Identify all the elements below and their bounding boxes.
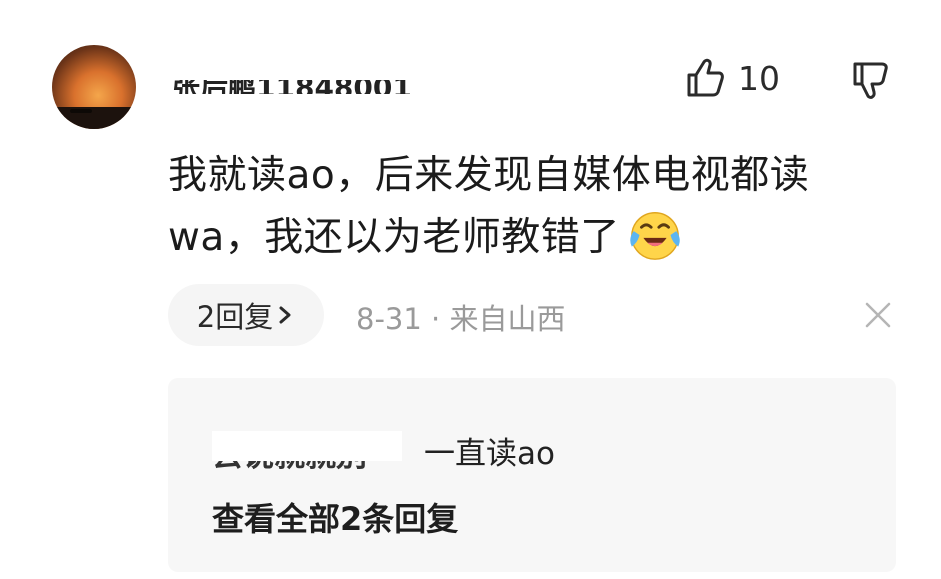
comment-meta: 8-31 · 来自山西 — [356, 302, 566, 336]
comment-body: 我就读ao，后来发现自媒体电视都读wa，我还以为老师教错了 — [168, 146, 868, 268]
close-button[interactable] — [864, 301, 892, 333]
reply-preview[interactable]: 去说就就别 一直读ao 查看全部2条回复 — [168, 378, 896, 572]
replies-label: 2回复 — [196, 300, 274, 334]
close-icon — [865, 302, 891, 328]
chevron-right-icon — [279, 306, 291, 324]
reply-author[interactable]: 去说就就别 — [212, 430, 410, 471]
reply-item[interactable]: 去说就就别 一直读ao — [212, 428, 555, 473]
thumbs-down-icon — [853, 62, 888, 99]
comment-username[interactable]: 张后鹏11848001 — [172, 68, 462, 94]
reply-text: 一直读ao — [424, 436, 555, 472]
comment-text: 我就读ao，后来发现自媒体电视都读wa，我还以为老师教错了 — [168, 153, 810, 260]
thumbs-up-icon — [687, 58, 724, 97]
avatar[interactable] — [52, 45, 136, 129]
dislike-button[interactable] — [852, 61, 890, 105]
like-count: 10 — [738, 58, 780, 98]
crying-laughing-emoji-icon — [630, 212, 680, 260]
like-button[interactable]: 10 — [686, 58, 780, 98]
replies-button[interactable]: 2回复 — [168, 284, 324, 346]
view-all-replies-link[interactable]: 查看全部2条回复 — [212, 494, 458, 540]
